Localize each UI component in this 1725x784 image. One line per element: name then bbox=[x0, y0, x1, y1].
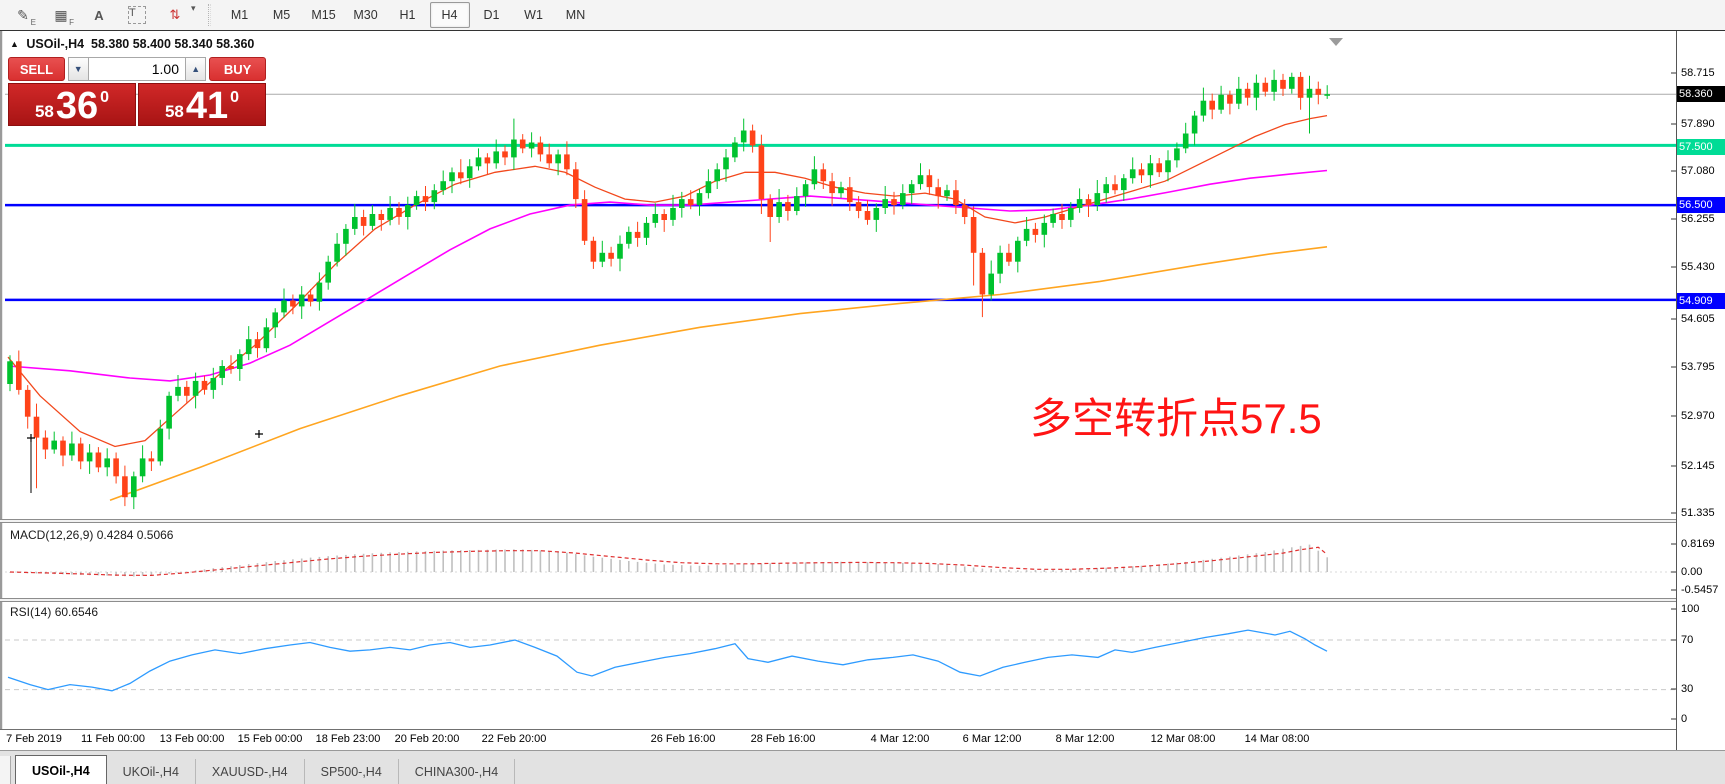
rsi-tick-70: 70 bbox=[1681, 634, 1725, 646]
main-toolbar: ✎E ▦F AT ⇅▾ M1M5M15M30H1H4D1W1MN bbox=[0, 0, 1725, 31]
price-tick-54.605: 54.605 bbox=[1681, 313, 1725, 325]
volume-decrease-button[interactable]: ▼ bbox=[68, 57, 89, 81]
macd-indicator-label: MACD(12,26,9) 0.4284 0.5066 bbox=[10, 528, 173, 542]
time-label: 15 Feb 00:00 bbox=[238, 733, 303, 745]
buy-price-main: 41 bbox=[186, 90, 228, 122]
chart-tab-sp500-h4[interactable]: SP500-,H4 bbox=[305, 759, 399, 784]
price-badge-57.500: 57.500 bbox=[1677, 139, 1725, 155]
chart-expert-icon[interactable]: ✎E bbox=[8, 3, 38, 27]
arrows-style-icon[interactable]: ⇅ bbox=[160, 3, 190, 27]
chart-ohlc-values: 58.380 58.400 58.340 58.360 bbox=[91, 37, 254, 51]
sell-price-pip: 0 bbox=[100, 90, 109, 106]
chart-title: ▲ USOil-,H4 58.380 58.400 58.340 58.360 bbox=[10, 37, 254, 51]
timeframe-button-mn[interactable]: MN bbox=[556, 2, 596, 28]
buy-price-pip: 0 bbox=[230, 90, 239, 106]
timeframe-buttons: M1M5M15M30H1H4D1W1MN bbox=[219, 2, 597, 28]
text-label-icon[interactable]: A bbox=[84, 3, 114, 27]
tab-scroll-button[interactable] bbox=[0, 756, 11, 784]
chart-symbol-label: USOil-,H4 bbox=[26, 37, 84, 51]
chart-tab-china300-h4[interactable]: CHINA300-,H4 bbox=[399, 759, 515, 784]
time-axis[interactable]: 7 Feb 2019 11 Feb 00:00 13 Feb 00:00 15 Feb… bbox=[0, 729, 1676, 750]
volume-increase-button[interactable]: ▲ bbox=[185, 57, 206, 81]
chart-window: ▲ USOil-,H4 58.380 58.400 58.340 58.360 … bbox=[0, 30, 1725, 750]
price-badge-56.500: 56.500 bbox=[1677, 197, 1725, 213]
timeframe-button-m30[interactable]: M30 bbox=[346, 2, 386, 28]
volume-input[interactable] bbox=[89, 57, 185, 81]
one-click-trade-panel: SELL ▼ ▲ BUY 58 36 0 58 41 0 bbox=[8, 57, 266, 126]
price-tick-58.715: 58.715 bbox=[1681, 67, 1725, 79]
timeframe-button-w1[interactable]: W1 bbox=[514, 2, 554, 28]
chart-tab-usoil-h4[interactable]: USOil-,H4 bbox=[15, 755, 107, 784]
time-label: 28 Feb 16:00 bbox=[751, 733, 816, 745]
grid-fractal-icon[interactable]: ▦F bbox=[46, 3, 76, 27]
price-badge-54.909: 54.909 bbox=[1677, 293, 1725, 309]
chart-tab-bar: USOil-,H4UKOil-,H4XAUUSD-,H4SP500-,H4CHI… bbox=[0, 750, 1725, 784]
time-label: 26 Feb 16:00 bbox=[651, 733, 716, 745]
price-tick-56.255: 56.255 bbox=[1681, 213, 1725, 225]
sell-price-display[interactable]: 58 36 0 bbox=[8, 83, 136, 126]
time-label: 20 Feb 20:00 bbox=[395, 733, 460, 745]
toolbar-icons: ✎E ▦F AT ⇅▾ bbox=[0, 3, 196, 27]
timeframe-button-h4[interactable]: H4 bbox=[430, 2, 470, 28]
price-tick-52.970: 52.970 bbox=[1681, 410, 1725, 422]
text-box-icon[interactable]: T bbox=[122, 3, 152, 27]
macd-tick--0.5457: -0.5457 bbox=[1681, 584, 1725, 596]
chart-tab-xauusd-h4[interactable]: XAUUSD-,H4 bbox=[196, 759, 305, 784]
price-tick-55.430: 55.430 bbox=[1681, 261, 1725, 273]
price-tick-52.145: 52.145 bbox=[1681, 460, 1725, 472]
price-tick-57.890: 57.890 bbox=[1681, 118, 1725, 130]
rsi-chart-canvas[interactable] bbox=[0, 601, 1676, 728]
buy-button[interactable]: BUY bbox=[209, 57, 266, 81]
timeframe-button-m5[interactable]: M5 bbox=[262, 2, 302, 28]
buy-price-display[interactable]: 58 41 0 bbox=[138, 83, 266, 126]
time-label: 14 Mar 08:00 bbox=[1245, 733, 1310, 745]
chart-tab-ukoil-h4[interactable]: UKOil-,H4 bbox=[107, 759, 196, 784]
timeframe-button-d1[interactable]: D1 bbox=[472, 2, 512, 28]
price-badge-58.360: 58.360 bbox=[1677, 86, 1725, 102]
rsi-tick-100: 100 bbox=[1681, 603, 1725, 615]
annotation-text: 多空转折点57.5 bbox=[1030, 385, 1322, 446]
price-tick-51.335: 51.335 bbox=[1681, 507, 1725, 519]
rsi-tick-0: 0 bbox=[1681, 713, 1725, 725]
time-label: 11 Feb 00:00 bbox=[81, 733, 145, 745]
trading-app-window: ✎E ▦F AT ⇅▾ M1M5M15M30H1H4D1W1MN ▲ USOil-,H… bbox=[0, 0, 1725, 784]
rsi-tick-30: 30 bbox=[1681, 683, 1725, 695]
arrows-dropdown-caret-icon[interactable]: ▾ bbox=[191, 3, 196, 27]
time-label: 12 Mar 08:00 bbox=[1151, 733, 1216, 745]
collapse-triangle-icon[interactable]: ▲ bbox=[10, 39, 19, 49]
macd-tick-0.00: 0.00 bbox=[1681, 566, 1725, 578]
macd-tick-0.8169: 0.8169 bbox=[1681, 538, 1725, 550]
time-label: 7 Feb 2019 bbox=[6, 733, 62, 745]
time-label: 4 Mar 12:00 bbox=[871, 733, 930, 745]
toolbar-separator bbox=[208, 4, 211, 26]
timeframe-button-m15[interactable]: M15 bbox=[304, 2, 344, 28]
price-tick-57.080: 57.080 bbox=[1681, 165, 1725, 177]
sell-price-main: 36 bbox=[56, 90, 98, 122]
time-label: 18 Feb 23:00 bbox=[316, 733, 381, 745]
time-label: 22 Feb 20:00 bbox=[482, 733, 547, 745]
time-label: 6 Mar 12:00 bbox=[963, 733, 1022, 745]
sell-price-int: 58 bbox=[35, 103, 54, 120]
sell-button[interactable]: SELL bbox=[8, 57, 65, 81]
timeframe-button-m1[interactable]: M1 bbox=[220, 2, 260, 28]
rsi-indicator-label: RSI(14) 60.6546 bbox=[10, 605, 98, 619]
macd-chart-canvas[interactable] bbox=[0, 522, 1676, 598]
price-tick-53.795: 53.795 bbox=[1681, 361, 1725, 373]
chart-tabs: USOil-,H4UKOil-,H4XAUUSD-,H4SP500-,H4CHI… bbox=[15, 755, 515, 784]
timeframe-button-h1[interactable]: H1 bbox=[388, 2, 428, 28]
time-label: 13 Feb 00:00 bbox=[160, 733, 225, 745]
buy-price-int: 58 bbox=[165, 103, 184, 120]
time-label: 8 Mar 12:00 bbox=[1056, 733, 1115, 745]
